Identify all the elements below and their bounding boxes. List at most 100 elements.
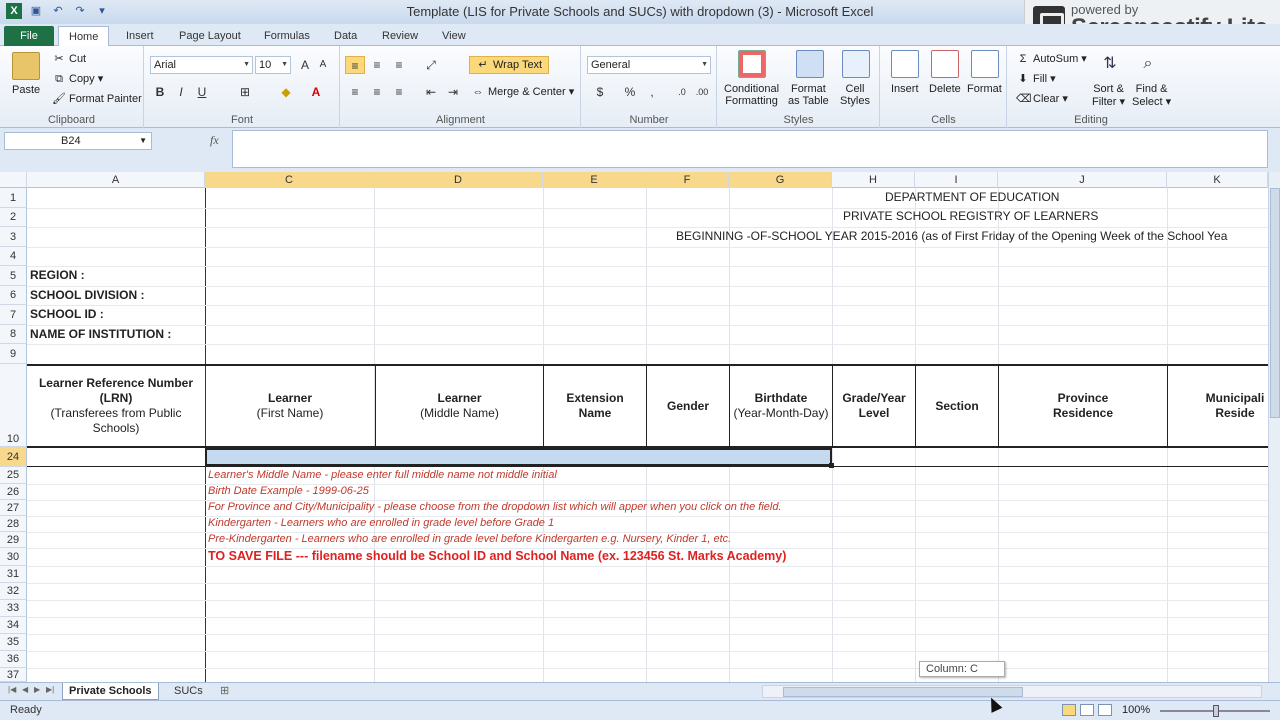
currency-icon[interactable]: $ — [590, 83, 610, 101]
column-header-c[interactable]: C — [205, 172, 374, 188]
next-sheet-icon[interactable]: ▶ — [34, 685, 40, 694]
prev-sheet-icon[interactable]: ◀ — [22, 685, 28, 694]
column-header-e[interactable]: E — [543, 172, 646, 188]
align-bottom-button[interactable]: ≡ — [389, 56, 409, 74]
row-header-33[interactable]: 33 — [0, 600, 27, 617]
column-header-i[interactable]: I — [915, 172, 998, 188]
column-header-g[interactable]: G — [729, 172, 832, 188]
tab-review[interactable]: Review — [372, 26, 428, 46]
italic-button[interactable]: I — [171, 83, 191, 101]
delete-cells-icon[interactable] — [931, 50, 959, 78]
column-header-d[interactable]: D — [374, 172, 543, 188]
row-header-35[interactable]: 35 — [0, 634, 27, 651]
delete-button[interactable]: Delete — [929, 83, 961, 95]
font-name-combo[interactable]: Arial ▼ — [150, 56, 253, 74]
column-header-a[interactable]: A — [27, 172, 205, 188]
undo-icon[interactable]: ↶ — [50, 3, 66, 19]
align-center-button[interactable]: ≡ — [367, 83, 387, 101]
decrease-indent-button[interactable]: ⇤ — [421, 83, 441, 101]
row-header-3[interactable]: 3 — [0, 227, 27, 247]
tab-insert[interactable]: Insert — [116, 26, 164, 46]
row-header-8[interactable]: 8 — [0, 325, 27, 344]
header-grade-level[interactable]: Grade/Year Level — [832, 366, 915, 446]
comma-button[interactable]: , — [642, 83, 662, 101]
row-header-5[interactable]: 5 — [0, 266, 27, 286]
fill-button[interactable]: ⬇ Fill ▾ — [1016, 72, 1055, 86]
tab-formulas[interactable]: Formulas — [254, 26, 320, 46]
name-box[interactable]: B24 ▼ — [4, 132, 152, 150]
header-province[interactable]: Province Residence — [998, 366, 1167, 446]
insert-function-icon[interactable]: fx — [210, 133, 219, 148]
row-header-1[interactable]: 1 — [0, 188, 27, 208]
copy-button[interactable]: ⧉ Copy ▾ — [52, 72, 103, 86]
sheet-tab-private-schools[interactable]: Private Schools — [62, 683, 159, 700]
row-header-32[interactable]: 32 — [0, 583, 27, 600]
align-top-button[interactable]: ≡ — [345, 56, 365, 74]
conditional-formatting-icon[interactable] — [738, 50, 766, 78]
customize-qat-icon[interactable]: ▾ — [94, 3, 110, 19]
sheet-tab-sucs[interactable]: SUCs — [168, 683, 209, 700]
grow-font-button[interactable]: A — [295, 56, 315, 74]
autosum-button[interactable]: Σ AutoSum ▾ — [1016, 52, 1087, 66]
row-header-26[interactable]: 26 — [0, 484, 27, 500]
conditional-formatting-button[interactable]: Conditional Formatting — [724, 83, 779, 107]
row-header-6[interactable]: 6 — [0, 286, 27, 305]
column-header-j[interactable]: J — [998, 172, 1167, 188]
save-icon[interactable]: ▣ — [28, 3, 44, 19]
header-middle-name[interactable]: Learner (Middle Name) — [375, 366, 543, 446]
increase-indent-button[interactable]: ⇥ — [443, 83, 463, 101]
row-header-24[interactable]: 24 — [0, 447, 27, 467]
excel-logo-icon[interactable]: X — [6, 3, 22, 19]
fill-handle[interactable] — [829, 463, 834, 468]
font-size-combo[interactable]: 10 ▼ — [255, 56, 291, 74]
insert-sheet-icon[interactable]: ⊞ — [214, 683, 235, 700]
row-header-28[interactable]: 28 — [0, 516, 27, 532]
header-first-name[interactable]: Learner (First Name) — [206, 366, 374, 446]
paste-icon[interactable] — [12, 52, 40, 80]
redo-icon[interactable]: ↷ — [72, 3, 88, 19]
binoculars-icon[interactable]: ⌕ — [1134, 50, 1162, 78]
normal-view-icon[interactable] — [1062, 704, 1076, 716]
row-header-30[interactable]: 30 — [0, 548, 27, 566]
column-header-f[interactable]: F — [646, 172, 729, 188]
row-header-34[interactable]: 34 — [0, 617, 27, 634]
first-sheet-icon[interactable]: |◀ — [8, 685, 16, 694]
shrink-font-button[interactable]: A — [313, 56, 333, 74]
formula-input[interactable] — [232, 130, 1268, 168]
page-layout-view-icon[interactable] — [1080, 704, 1094, 716]
paste-button[interactable]: Paste — [12, 84, 40, 96]
row-header-27[interactable]: 27 — [0, 500, 27, 516]
horizontal-scrollbar[interactable] — [762, 685, 1262, 698]
decrease-decimal-button[interactable]: .00 — [692, 83, 712, 101]
align-left-button[interactable]: ≡ — [345, 83, 365, 101]
page-break-view-icon[interactable] — [1098, 704, 1112, 716]
tab-file[interactable]: File — [4, 26, 54, 46]
sort-filter-button[interactable]: Sort & Filter ▾ — [1092, 83, 1125, 108]
row-header-31[interactable]: 31 — [0, 566, 27, 583]
find-select-button[interactable]: Find & Select ▾ — [1132, 83, 1171, 108]
percent-button[interactable]: % — [620, 83, 640, 101]
orientation-icon[interactable]: ⤢ — [421, 56, 441, 74]
tab-page-layout[interactable]: Page Layout — [169, 26, 251, 46]
header-extension-name[interactable]: Extension Name — [543, 366, 646, 446]
format-cells-icon[interactable] — [971, 50, 999, 78]
last-sheet-icon[interactable]: ▶| — [46, 685, 54, 694]
row-header-36[interactable]: 36 — [0, 651, 27, 668]
zoom-slider[interactable] — [1160, 705, 1270, 717]
header-lrn[interactable]: Learner Reference Number (LRN) (Transfer… — [27, 366, 205, 446]
align-right-button[interactable]: ≡ — [389, 83, 409, 101]
row-header-10[interactable]: 10 — [0, 364, 27, 447]
zoom-slider-knob[interactable] — [1213, 705, 1219, 717]
format-as-table-icon[interactable] — [796, 50, 824, 78]
borders-icon[interactable]: ⊞ — [235, 83, 255, 101]
underline-button[interactable]: U — [192, 83, 212, 101]
header-section[interactable]: Section — [915, 366, 998, 446]
horizontal-scroll-thumb[interactable] — [783, 687, 1023, 697]
header-birthdate[interactable]: Birthdate (Year-Month-Day) — [729, 366, 832, 446]
row-header-37[interactable]: 37 — [0, 668, 27, 682]
row-header-7[interactable]: 7 — [0, 305, 27, 325]
header-municipality[interactable]: Municipali Reside — [1167, 366, 1268, 446]
worksheet-grid[interactable]: A C D E F G H I J K 1 2 3 4 5 6 7 8 9 10… — [0, 172, 1268, 682]
vertical-scrollbar[interactable] — [1268, 172, 1280, 682]
selected-range[interactable] — [205, 448, 832, 466]
